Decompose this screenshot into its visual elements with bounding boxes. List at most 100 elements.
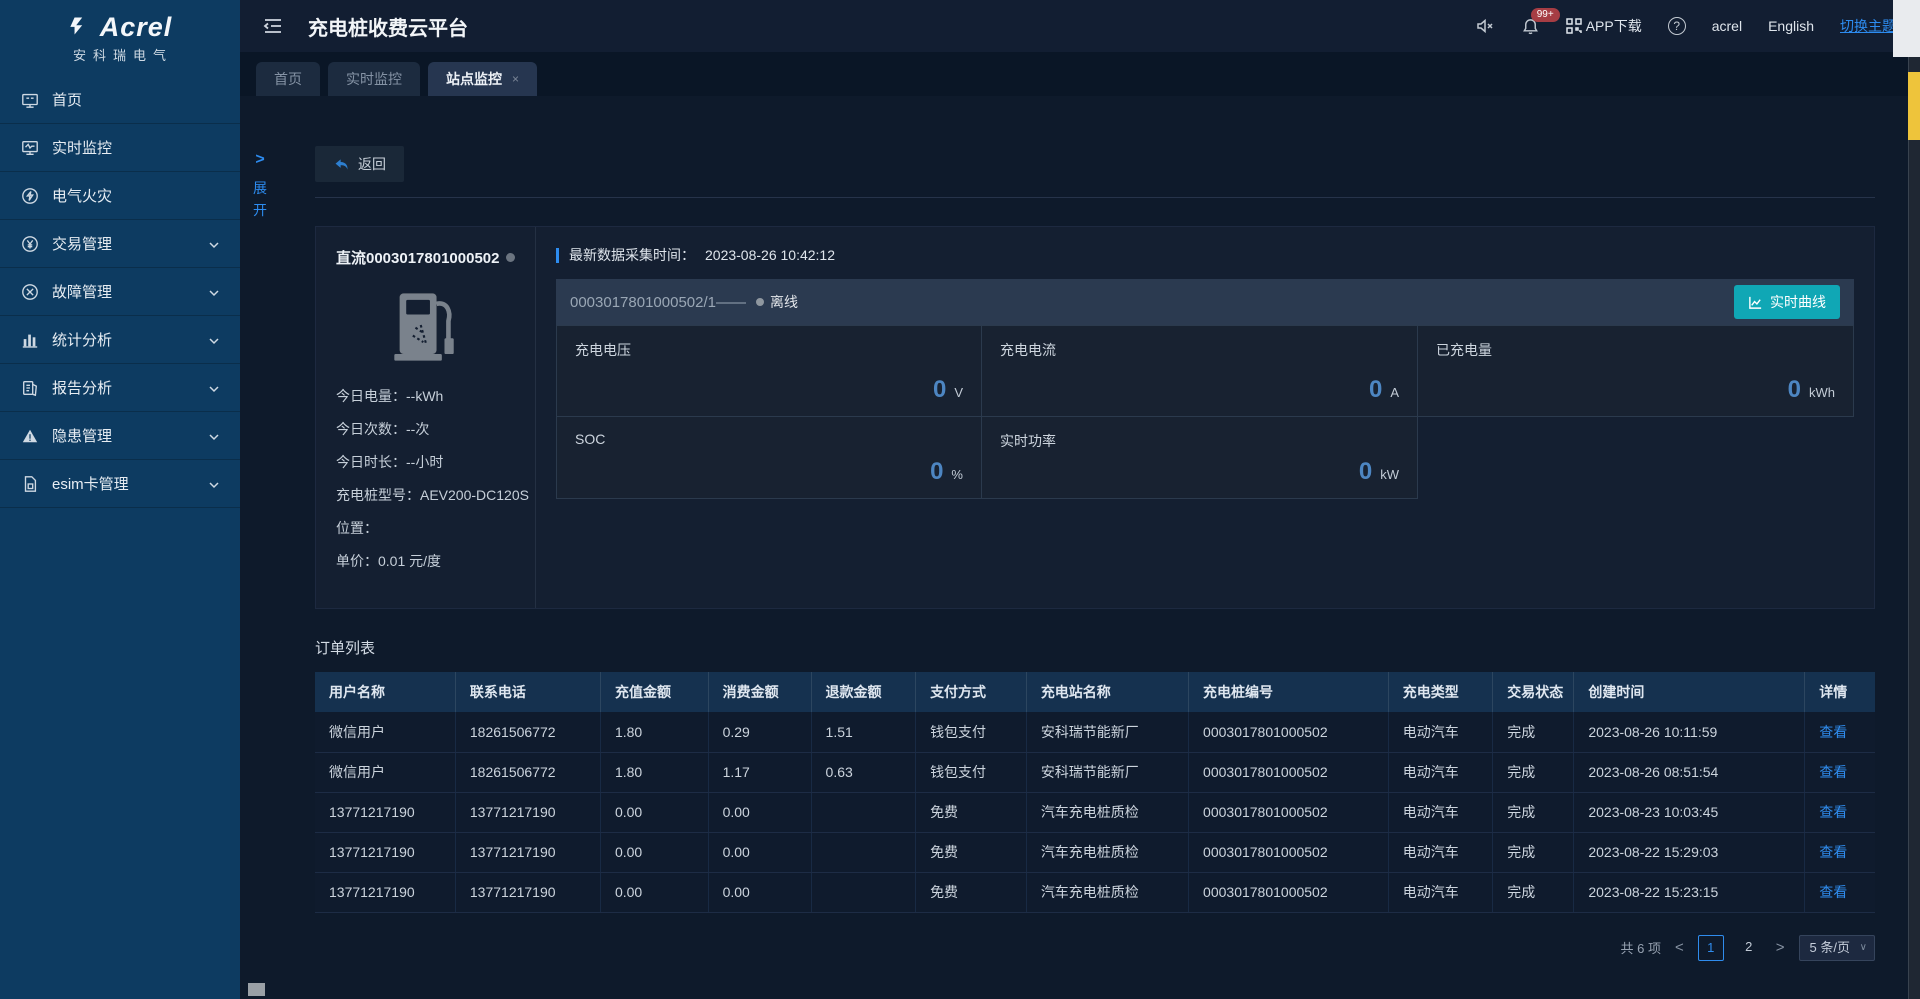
orders-table-body: 微信用户 18261506772 1.80 0.29 1.51 钱包支付 安科瑞…: [315, 712, 1875, 912]
tab-realtime-monitor[interactable]: 实时监控: [328, 62, 420, 96]
cell-charge-type: 电动汽车: [1388, 712, 1493, 752]
cell-recharge-amount: 1.80: [600, 712, 708, 752]
cell-phone: 13771217190: [455, 872, 600, 912]
table-row: 13771217190 13771217190 0.00 0.00 免费 汽车充…: [315, 832, 1875, 872]
collect-time-row: 最新数据采集时间： 2023-08-26 10:42:12: [556, 245, 1854, 265]
main-area: 充电桩收费云平台 99+ APP下载 ? acrel English 切换主题: [240, 0, 1920, 999]
cell-status: 完成: [1493, 872, 1574, 912]
app-download-button[interactable]: APP下载: [1566, 16, 1642, 36]
vertical-scrollbar-thumb[interactable]: [1908, 72, 1920, 140]
view-detail-link[interactable]: 查看: [1819, 724, 1847, 740]
view-detail-link[interactable]: 查看: [1819, 844, 1847, 860]
metric-label: 已充电量: [1436, 340, 1835, 360]
help-icon[interactable]: ?: [1668, 17, 1686, 35]
metric-label: SOC: [575, 431, 963, 447]
tab-close-icon[interactable]: ×: [512, 72, 519, 86]
scrollbar-top-cap: [1893, 0, 1920, 57]
cell-phone: 18261506772: [455, 712, 600, 752]
cell-detail: 查看: [1805, 792, 1875, 832]
metric-unit: V: [954, 385, 963, 400]
sidebar-item-label: 统计分析: [52, 329, 208, 350]
orders-table: 用户名称联系电话充值金额消费金额退款金额支付方式充电站名称充电桩编号充电类型交易…: [315, 672, 1875, 913]
toolbar: 返回: [315, 96, 1875, 182]
chevron-right-icon: >: [250, 151, 270, 169]
charging-pile-icon: [393, 288, 459, 362]
sidebar-item-statistics-analysis[interactable]: 统计分析: [0, 316, 240, 364]
back-button[interactable]: 返回: [315, 146, 404, 182]
electric-fire-icon: [20, 186, 40, 206]
sidebar-item-home[interactable]: 首页: [0, 76, 240, 124]
expand-sidebar-handle[interactable]: > 展 开: [250, 151, 270, 221]
orders-column-header: 充值金额: [600, 672, 708, 712]
pagination-prev-icon[interactable]: <: [1673, 939, 1686, 956]
device-name: 直流0003017801000502: [336, 247, 499, 268]
username[interactable]: acrel: [1712, 18, 1742, 34]
orders-column-header: 充电桩编号: [1189, 672, 1389, 712]
cell-pile-code: 0003017801000502: [1189, 872, 1389, 912]
sidebar-item-esim-card-management[interactable]: esim卡管理: [0, 460, 240, 508]
expand-label: 展: [250, 177, 270, 199]
orders-column-header: 交易状态: [1493, 672, 1574, 712]
sidebar-item-electric-fire[interactable]: 电气火灾: [0, 172, 240, 220]
view-detail-link[interactable]: 查看: [1819, 804, 1847, 820]
realtime-curve-label: 实时曲线: [1770, 292, 1826, 312]
metric-label: 充电电流: [1000, 340, 1399, 360]
cell-detail: 查看: [1805, 872, 1875, 912]
device-detail: 最新数据采集时间： 2023-08-26 10:42:12 0003017801…: [536, 227, 1874, 608]
sidebar-menu: 首页 实时监控 电气火灾 交易管理: [0, 76, 240, 508]
horizontal-scrollbar-thumb[interactable]: [248, 983, 265, 996]
cell-refund-amount: [811, 792, 916, 832]
cell-consume-amount: 1.17: [708, 752, 811, 792]
table-row: 13771217190 13771217190 0.00 0.00 免费 汽车充…: [315, 872, 1875, 912]
cell-charge-type: 电动汽车: [1388, 792, 1493, 832]
vertical-scrollbar-track[interactable]: [1908, 57, 1920, 999]
monitor-icon: [20, 138, 40, 158]
cell-station-name: 安科瑞节能新厂: [1026, 752, 1188, 792]
topbar-actions: 99+ APP下载 ? acrel English 切换主题: [1475, 16, 1896, 36]
sidebar-item-report-analysis[interactable]: 报告分析: [0, 364, 240, 412]
undo-arrow-icon: [333, 156, 350, 173]
sidebar-item-label: esim卡管理: [52, 473, 208, 494]
tab-station-monitor[interactable]: 站点监控 ×: [428, 62, 537, 96]
tab-label: 首页: [274, 69, 302, 89]
metric-unit: kWh: [1809, 385, 1835, 400]
cell-status: 完成: [1493, 832, 1574, 872]
notification-bell-icon[interactable]: 99+: [1521, 17, 1540, 36]
device-stat-line: 今日次数：--次: [336, 413, 515, 446]
cell-charge-type: 电动汽车: [1388, 872, 1493, 912]
cell-status: 完成: [1493, 792, 1574, 832]
metric-label: 充电电压: [575, 340, 963, 360]
accent-bar: [556, 248, 559, 263]
metrics-grid: 充电电压 0V 充电电流 0A 已充电量 0kWh: [556, 325, 1854, 499]
cell-detail: 查看: [1805, 752, 1875, 792]
orders-column-header: 联系电话: [455, 672, 600, 712]
tab-home[interactable]: 首页: [256, 62, 320, 96]
metric-unit: kW: [1380, 467, 1399, 482]
cell-station-name: 汽车充电桩质检: [1026, 832, 1188, 872]
menu-fold-icon[interactable]: [260, 13, 286, 39]
realtime-curve-button[interactable]: 实时曲线: [1734, 285, 1840, 319]
pagination-next-icon[interactable]: >: [1774, 939, 1787, 956]
orders-column-header: 支付方式: [916, 672, 1027, 712]
cell-charge-type: 电动汽车: [1388, 832, 1493, 872]
cell-pile-code: 0003017801000502: [1189, 712, 1389, 752]
pagination-page-1[interactable]: 1: [1698, 935, 1724, 961]
sidebar-item-fault-management[interactable]: 故障管理: [0, 268, 240, 316]
sidebar-item-realtime-monitor[interactable]: 实时监控: [0, 124, 240, 172]
page-size-select[interactable]: 5 条/页 ∨: [1799, 935, 1875, 961]
sidebar-item-label: 报告分析: [52, 377, 208, 398]
cell-user-name: 13771217190: [315, 872, 455, 912]
pagination-page-2[interactable]: 2: [1736, 935, 1762, 961]
report-icon: [20, 378, 40, 398]
view-detail-link[interactable]: 查看: [1819, 764, 1847, 780]
sidebar-item-transaction-management[interactable]: 交易管理: [0, 220, 240, 268]
view-detail-link[interactable]: 查看: [1819, 884, 1847, 900]
device-stat-line: 今日电量：--kWh: [336, 380, 515, 413]
sidebar-item-hazard-management[interactable]: 隐患管理: [0, 412, 240, 460]
orders-column-header: 用户名称: [315, 672, 455, 712]
statistics-icon: [20, 330, 40, 350]
mute-icon[interactable]: [1475, 16, 1495, 36]
theme-switch-link[interactable]: 切换主题: [1840, 16, 1896, 36]
language-switch[interactable]: English: [1768, 18, 1814, 34]
cell-created-time: 2023-08-22 15:29:03: [1574, 832, 1805, 872]
